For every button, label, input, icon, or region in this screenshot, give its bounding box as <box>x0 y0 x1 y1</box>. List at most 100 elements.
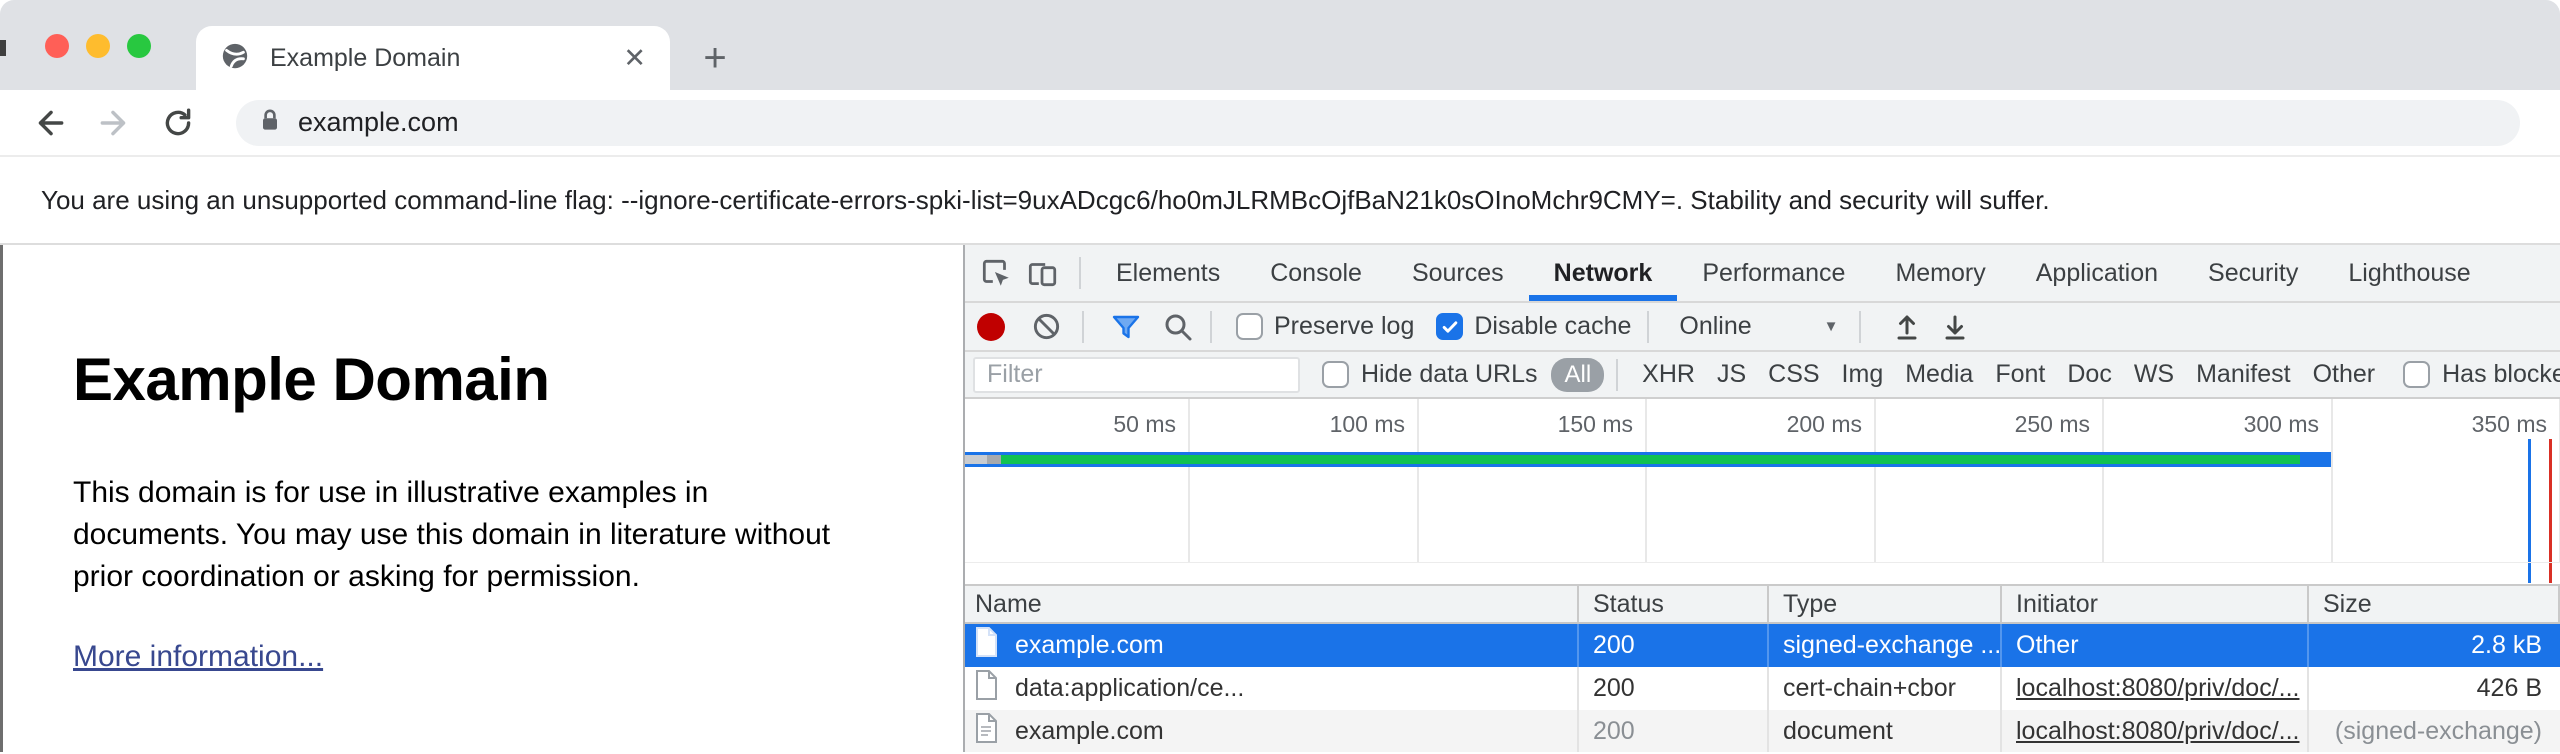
minimize-window-button[interactable] <box>86 34 110 58</box>
preserve-log-label[interactable]: Preserve log <box>1274 312 1414 341</box>
request-type: document <box>1769 710 2002 752</box>
tab-console[interactable]: Console <box>1245 245 1387 301</box>
filter-type-other[interactable]: Other <box>2313 360 2376 389</box>
request-name: data:application/ce... <box>1015 674 1244 703</box>
column-header-name[interactable]: Name <box>965 586 1579 622</box>
table-row[interactable]: data:application/ce... 200 cert-chain+cb… <box>965 667 2560 710</box>
tab-lighthouse[interactable]: Lighthouse <box>2323 245 2495 301</box>
request-status: 200 <box>1579 667 1769 710</box>
has-blocked-cookies-checkbox[interactable] <box>2403 361 2430 388</box>
tab-network[interactable]: Network <box>1529 245 1678 301</box>
timeline-tick-label: 250 ms <box>1890 411 2090 438</box>
hide-data-urls-checkbox[interactable] <box>1322 361 1349 388</box>
filter-type-font[interactable]: Font <box>1995 360 2045 389</box>
tab-title: Example Domain <box>270 44 611 73</box>
inspect-element-icon[interactable] <box>977 254 1015 292</box>
network-overview-timeline[interactable]: 50 ms 100 ms 150 ms 200 ms 250 ms 300 ms… <box>965 399 2560 584</box>
toolbar-separator <box>1082 311 1084 343</box>
fullscreen-window-button[interactable] <box>127 34 151 58</box>
initiator-link[interactable]: localhost:8080/priv/doc/... <box>2016 717 2300 746</box>
overview-stalled-segment <box>987 455 1001 464</box>
request-size: (signed-exchange) <box>2309 710 2560 752</box>
browser-window: Example Domain ✕ + example.com You are u… <box>0 0 2560 754</box>
filter-type-media[interactable]: Media <box>1905 360 1973 389</box>
tab-performance[interactable]: Performance <box>1677 245 1870 301</box>
search-icon[interactable] <box>1162 311 1194 343</box>
tab-memory[interactable]: Memory <box>1870 245 2010 301</box>
timeline-gridline <box>1188 399 1190 563</box>
browser-tab[interactable]: Example Domain ✕ <box>196 26 670 90</box>
filter-input[interactable] <box>973 357 1300 393</box>
clear-network-log-icon[interactable] <box>1031 311 1062 342</box>
forward-icon[interactable] <box>94 103 134 143</box>
throttling-caret-icon[interactable]: ▼ <box>1824 318 1839 335</box>
table-row[interactable]: example.com 200 document localhost:8080/… <box>965 710 2560 752</box>
main-split: Example Domain This domain is for use in… <box>0 245 2560 752</box>
filter-type-doc[interactable]: Doc <box>2067 360 2111 389</box>
lock-icon[interactable] <box>256 106 284 139</box>
filter-type-ws[interactable]: WS <box>2134 360 2174 389</box>
overview-divider <box>965 562 2560 563</box>
new-tab-button[interactable]: + <box>693 36 737 80</box>
address-bar[interactable]: example.com <box>236 100 2520 146</box>
throttling-select-value[interactable]: Online <box>1679 312 1751 341</box>
close-window-button[interactable] <box>45 34 69 58</box>
filter-type-xhr[interactable]: XHR <box>1642 360 1695 389</box>
overview-request-bar[interactable] <box>965 452 2331 467</box>
request-type: signed-exchange ... <box>1769 624 2002 667</box>
filter-type-manifest[interactable]: Manifest <box>2196 360 2290 389</box>
document-text-icon <box>973 712 999 751</box>
tab-security[interactable]: Security <box>2183 245 2323 301</box>
preserve-log-checkbox[interactable] <box>1236 313 1263 340</box>
column-header-initiator[interactable]: Initiator <box>2002 586 2309 622</box>
disable-cache-label[interactable]: Disable cache <box>1474 312 1631 341</box>
column-header-size[interactable]: Size <box>2309 586 2560 622</box>
timeline-gridline <box>1645 399 1647 563</box>
timeline-tick-label: 350 ms <box>2347 411 2547 438</box>
requests-table-header: Name Status Type Initiator Size <box>965 584 2560 624</box>
overview-download-segment <box>1001 455 2300 464</box>
requests-table: Name Status Type Initiator Size example.… <box>965 584 2560 752</box>
filter-separator <box>1616 359 1618 391</box>
tab-elements[interactable]: Elements <box>1091 245 1245 301</box>
toolbar-separator <box>1647 311 1649 343</box>
navigation-bar: example.com <box>0 90 2560 155</box>
page-title: Example Domain <box>73 345 963 414</box>
url-text[interactable]: example.com <box>298 107 459 138</box>
request-name: example.com <box>1015 631 1164 660</box>
back-icon[interactable] <box>30 103 70 143</box>
page-paragraph: This domain is for use in illustrative e… <box>73 472 833 598</box>
filter-type-css[interactable]: CSS <box>1768 360 1819 389</box>
timeline-tick-label: 300 ms <box>2119 411 2319 438</box>
close-tab-icon[interactable]: ✕ <box>623 45 646 72</box>
import-har-icon[interactable] <box>1891 311 1923 343</box>
web-page-content: Example Domain This domain is for use in… <box>0 245 963 752</box>
table-row[interactable]: example.com 200 signed-exchange ... Othe… <box>965 624 2560 667</box>
request-size: 426 B <box>2309 667 2560 710</box>
tab-application[interactable]: Application <box>2011 245 2183 301</box>
request-size: 2.8 kB <box>2309 624 2560 667</box>
initiator-link[interactable]: localhost:8080/priv/doc/... <box>2016 674 2300 703</box>
record-network-log-button[interactable] <box>977 313 1005 341</box>
reload-icon[interactable] <box>158 103 198 143</box>
more-information-link[interactable]: More information... <box>73 640 323 674</box>
request-initiator: Other <box>2002 624 2309 667</box>
filter-type-img[interactable]: Img <box>1842 360 1884 389</box>
favicon-globe-icon <box>220 41 250 76</box>
filter-type-js[interactable]: JS <box>1717 360 1746 389</box>
tab-strip: Example Domain ✕ + <box>0 0 2560 90</box>
export-har-icon[interactable] <box>1939 311 1971 343</box>
network-filter-row: Hide data URLs All XHR JS CSS Img Media … <box>965 352 2560 399</box>
has-blocked-cookies-label[interactable]: Has blocked cookies <box>2442 360 2560 389</box>
timeline-gridline <box>2331 399 2333 563</box>
toggle-device-toolbar-icon[interactable] <box>1023 254 1061 292</box>
column-header-status[interactable]: Status <box>1579 586 1769 622</box>
filter-all-pill[interactable]: All <box>1551 358 1604 392</box>
column-header-type[interactable]: Type <box>1769 586 2002 622</box>
hide-data-urls-label[interactable]: Hide data URLs <box>1361 360 1537 389</box>
tab-sources[interactable]: Sources <box>1387 245 1529 301</box>
timeline-tick-label: 150 ms <box>1433 411 1633 438</box>
timeline-tick-label: 200 ms <box>1662 411 1862 438</box>
filter-funnel-icon[interactable] <box>1110 311 1142 343</box>
disable-cache-checkbox[interactable] <box>1436 313 1463 340</box>
